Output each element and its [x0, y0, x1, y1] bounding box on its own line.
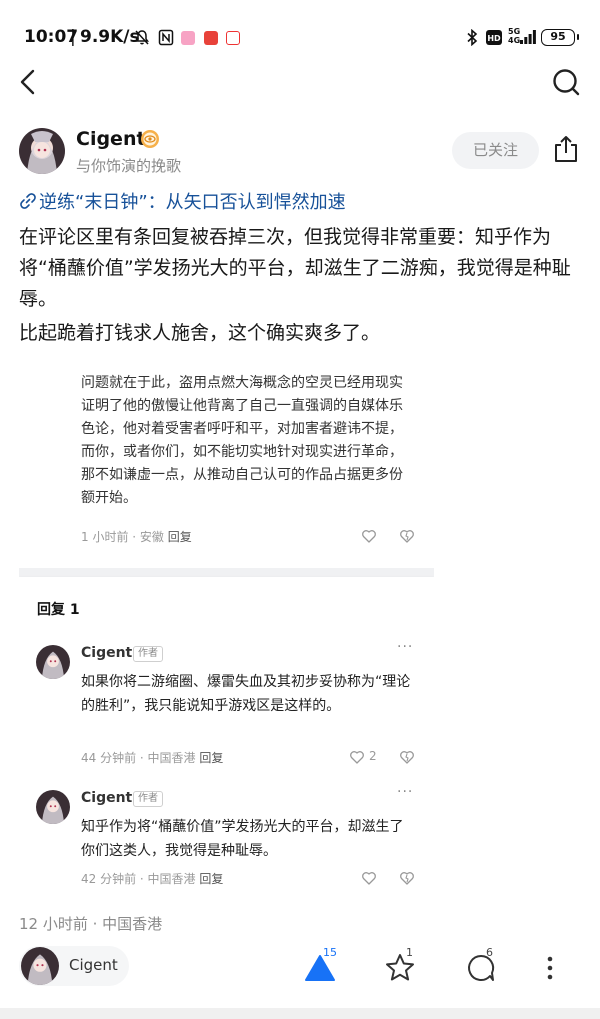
- quoted-comment-card: 问题就在于此，盗用点燃大海概念的空灵已经用现实证明了他的傲慢让他背离了自己一直强…: [19, 365, 434, 568]
- linked-article-title[interactable]: 逆练“末日钟”：从矢口否认到悍然加速: [19, 188, 346, 214]
- home-indicator-bar: [0, 1008, 600, 1019]
- divider: [19, 568, 434, 577]
- heart-icon: [362, 530, 376, 543]
- author-name[interactable]: Cigent: [76, 128, 146, 150]
- reply-author-name: Cigent: [81, 645, 133, 661]
- verified-badge-icon: [141, 130, 159, 148]
- quoted-comment-meta: 1 小时前 · 安徽 回复: [81, 530, 192, 544]
- author-header: Cigent 与你饰演的挽歌 已关注: [0, 122, 600, 184]
- author-avatar[interactable]: [19, 128, 65, 174]
- back-arrow-icon[interactable]: [14, 66, 46, 98]
- author-tag: 作者: [133, 791, 163, 807]
- more-dots-icon: ···: [397, 639, 414, 655]
- app-notification-icon-1: [181, 31, 195, 45]
- weibo-notification-icon: [226, 31, 240, 45]
- quoted-comment-text: 问题就在于此，盗用点燃大海概念的空灵已经用现实证明了他的傲慢让他背离了自己一直强…: [81, 375, 403, 506]
- dislike-heart-icon: [400, 530, 414, 543]
- more-vertical-icon[interactable]: [530, 948, 570, 988]
- signal-icon: [520, 30, 536, 44]
- author-chip-name: Cigent: [69, 956, 118, 974]
- status-net-speed: 9.9K/s: [80, 27, 140, 47]
- heart-icon: [362, 872, 376, 885]
- post-meta: 12 小时前 · 中国香港: [19, 915, 163, 933]
- top-navigation: [0, 60, 600, 106]
- dislike-heart-icon: [400, 751, 414, 764]
- upvote-count: 15: [323, 946, 337, 959]
- post-paragraph: 比起跪着打钱求人施舍，这个确实爽多了。: [19, 322, 381, 344]
- author-tag: 作者: [133, 646, 163, 662]
- network-type: 5G 4G: [508, 27, 521, 45]
- search-icon[interactable]: [550, 66, 582, 98]
- favorite-count: 1: [406, 946, 413, 959]
- link-title-text: 逆练“末日钟”：从矢口否认到悍然加速: [39, 192, 346, 213]
- bottom-action-bar: Cigent 15 1 6: [0, 940, 600, 1002]
- reply-text: 知乎作为将“桶蘸价值”学发扬光大的平台，却滋生了你们这类人，我觉得是种耻辱。: [81, 819, 404, 859]
- reply-author-name: Cigent: [81, 790, 133, 806]
- comment-count: 6: [486, 946, 493, 959]
- post-paragraph: 在评论区里有条回复被吞掉三次，但我觉得非常重要：知乎作为将“桶蘸价值”学发扬光大…: [19, 226, 571, 310]
- follow-button[interactable]: 已关注: [452, 132, 539, 169]
- nfc-icon: [158, 29, 174, 46]
- share-icon[interactable]: [552, 134, 580, 164]
- post-body: 在评论区里有条回复被吞掉三次，但我觉得非常重要：知乎作为将“桶蘸价值”学发扬光大…: [19, 222, 584, 352]
- reply-text: 如果你将二游缩圈、爆雷失血及其初步妥协称为“理论的胜利”，我只能说知乎游戏区是这…: [81, 674, 411, 714]
- battery-indicator: 95: [541, 29, 579, 46]
- reply-item: Cigent 作者 ··· 如果你将二游缩圈、爆雷失血及其初步妥协称为“理论的胜…: [19, 639, 434, 765]
- dislike-heart-icon: [400, 872, 414, 885]
- reply-section-title: 回复 1: [37, 602, 80, 618]
- reply-avatar: [36, 645, 70, 679]
- reply-like-count: 2: [369, 749, 377, 763]
- reply-meta: 44 分钟前 · 中国香港 回复: [81, 751, 224, 765]
- link-icon: [20, 193, 36, 209]
- hd-voice-icon: HD: [486, 30, 502, 45]
- more-dots-icon: ···: [397, 784, 414, 800]
- star-icon[interactable]: [380, 948, 420, 988]
- embedded-comment-screenshot[interactable]: 问题就在于此，盗用点燃大海概念的空灵已经用现实证明了他的傲慢让他背离了自己一直强…: [19, 365, 434, 898]
- reply-meta: 42 分钟前 · 中国香港 回复: [81, 872, 224, 886]
- app-notification-icon-2: [204, 31, 218, 45]
- author-chip[interactable]: Cigent: [19, 946, 129, 986]
- replies-card: 回复 1 Cigent 作者 ··· 如果你将二游缩圈、爆雷失血及其初步妥协称为…: [19, 577, 434, 898]
- heart-icon: [350, 751, 364, 764]
- reply-avatar: [36, 790, 70, 824]
- status-separator: |: [70, 27, 76, 47]
- reply-item: Cigent 作者 ··· 知乎作为将“桶蘸价值”学发扬光大的平台，却滋生了你们…: [19, 784, 434, 890]
- svg-text:HD: HD: [487, 34, 501, 43]
- comment-icon[interactable]: [461, 948, 501, 988]
- mute-bell-icon: [135, 30, 149, 45]
- author-chip-avatar: [21, 947, 59, 985]
- author-subtitle: 与你饰演的挽歌: [76, 157, 182, 175]
- bluetooth-icon: [467, 29, 478, 46]
